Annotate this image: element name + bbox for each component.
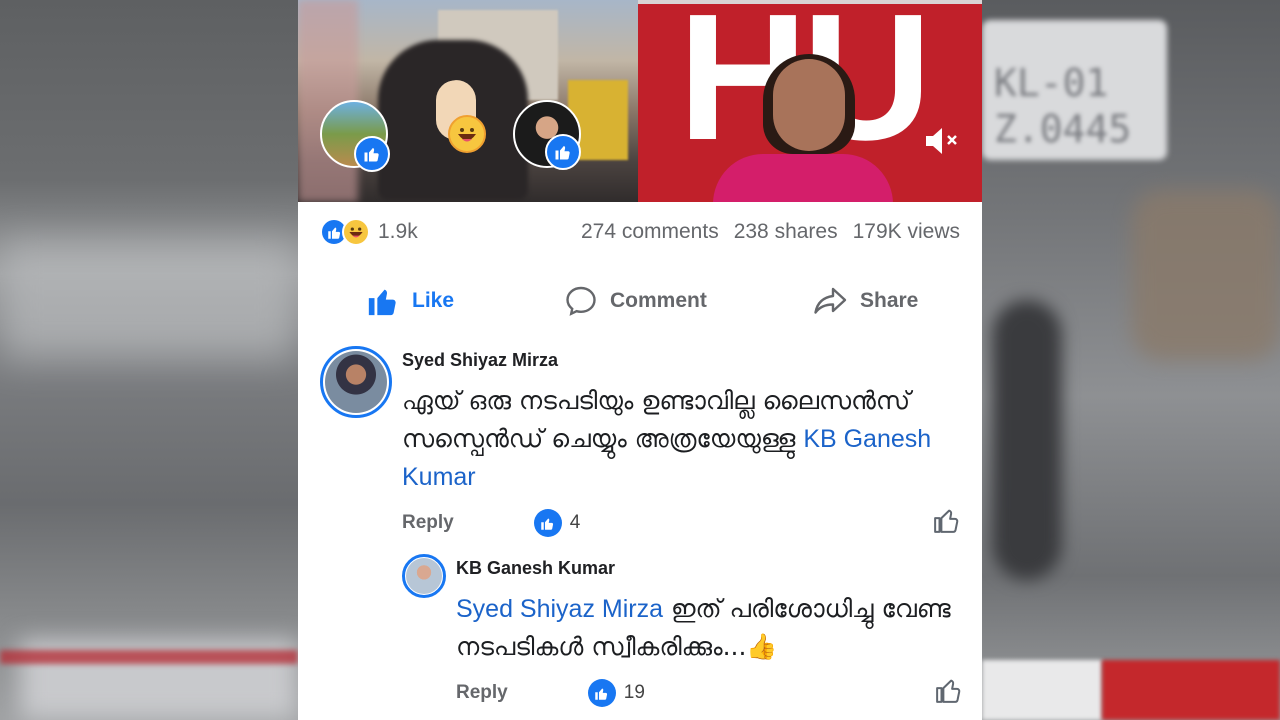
speaker-muted-icon[interactable]: [922, 124, 962, 158]
comment-author[interactable]: KB Ganesh Kumar: [456, 558, 615, 579]
license-plate-text: KL-01 Z.0445: [994, 61, 1132, 151]
post-stats-row: 1.9k 274 comments 238 shares 179K views: [298, 212, 982, 252]
facebook-post-panel: HU 1.9k 2: [298, 0, 982, 720]
background-right: KL-01 Z.0445: [982, 0, 1280, 720]
share-arrow-icon: [814, 287, 847, 314]
background-left: [0, 0, 298, 720]
video-news-studio: HU: [638, 0, 982, 202]
like-reaction-icon: [545, 134, 581, 170]
avatar[interactable]: [320, 346, 392, 418]
shares-count[interactable]: 238 shares: [734, 220, 838, 244]
like-button[interactable]: Like: [366, 278, 454, 324]
comment-bubble-icon: [566, 286, 596, 316]
share-button[interactable]: Share: [812, 278, 918, 324]
post-actions-row: Like Comment Share: [298, 278, 982, 324]
like-label: Like: [412, 289, 455, 312]
like-reaction-icon: [587, 679, 616, 707]
comment-like-count: 19: [623, 682, 645, 703]
mention-link[interactable]: Syed Shiyaz Mirza: [456, 595, 663, 623]
like-reaction-icon: [533, 509, 562, 537]
comment-footer: Reply 19: [456, 676, 964, 710]
avatar[interactable]: [402, 554, 446, 598]
haha-reaction-icon: [448, 115, 486, 153]
comments-count[interactable]: 274 comments: [581, 220, 719, 244]
reaction-summary[interactable]: 1.9k: [320, 218, 418, 246]
share-label: Share: [860, 289, 919, 312]
reply-button[interactable]: Reply: [456, 682, 508, 704]
haha-reaction-icon: [342, 218, 370, 246]
comment-text: ഏയ് ഒരു നടപടിയും ഉണ്ടാവില്ല ലൈസൻസ് സസ്പെ…: [402, 386, 932, 491]
comment-footer: Reply 4: [402, 506, 962, 540]
comment-author[interactable]: Syed Shiyaz Mirza: [402, 350, 558, 371]
like-reaction-icon: [354, 136, 390, 172]
comment-like-count: 4: [569, 512, 581, 533]
comment-text: Syed Shiyaz Mirza ഇത് പരിശോധിച്ചു വേണ്ട …: [456, 594, 951, 661]
thumbs-up-icon: [368, 289, 396, 316]
views-count: 179K views: [852, 220, 960, 243]
thumbs-up-outline-icon[interactable]: [932, 505, 962, 541]
reaction-count: 1.9k: [378, 220, 418, 243]
video-player[interactable]: HU: [298, 0, 982, 202]
comment-button[interactable]: Comment: [564, 278, 707, 324]
comment-label: Comment: [610, 289, 707, 312]
thumbs-up-outline-icon[interactable]: [934, 675, 964, 711]
thumbs-up-emoji-icon: 👍: [746, 632, 778, 661]
reply-button[interactable]: Reply: [402, 512, 454, 534]
